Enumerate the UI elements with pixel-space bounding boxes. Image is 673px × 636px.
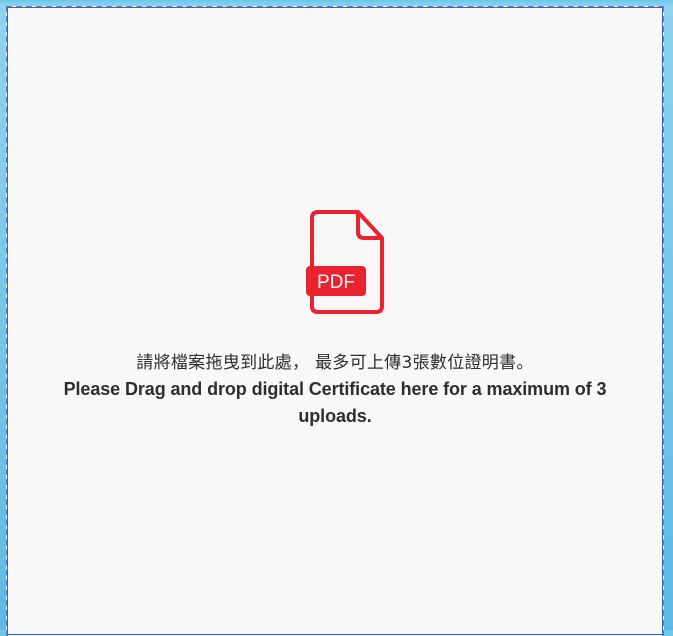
file-drop-zone[interactable]: PDF 請將檔案拖曳到此處， 最多可上傳3張數位證明書。 Please Drag… [6, 6, 664, 636]
drop-instructions: 請將檔案拖曳到此處， 最多可上傳3張數位證明書。 Please Drag and… [8, 350, 662, 430]
instruction-zh: 請將檔案拖曳到此處， 最多可上傳3張數位證明書。 [136, 353, 534, 373]
window-frame: PDF 請將檔案拖曳到此處， 最多可上傳3張數位證明書。 Please Drag… [0, 0, 673, 636]
instruction-en: Please Drag and drop digital Certificate… [63, 379, 607, 426]
pdf-label: PDF [317, 272, 355, 293]
pdf-file-icon: PDF [306, 210, 384, 314]
